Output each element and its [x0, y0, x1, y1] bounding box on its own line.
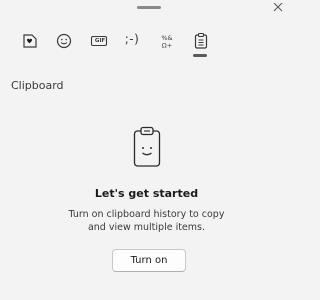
tab-gif[interactable]: GIF: [86, 28, 110, 56]
clipboard-illustration: [133, 126, 161, 172]
turn-on-button[interactable]: Turn on: [112, 249, 186, 272]
tab-emoji[interactable]: [51, 28, 75, 56]
clipboard-icon: [194, 32, 208, 49]
selected-tab-indicator: [193, 54, 207, 57]
section-title: Clipboard: [11, 79, 64, 92]
svg-text:Ω+: Ω+: [162, 42, 172, 50]
close-button[interactable]: [271, 0, 287, 14]
emoji-icon: [56, 33, 72, 49]
tab-clipboard[interactable]: [188, 28, 212, 57]
empty-state-description: Turn on clipboard history to copy and vi…: [68, 209, 225, 233]
tab-symbols[interactable]: %& Ω+: [154, 28, 178, 56]
empty-state-heading: Let's get started: [94, 187, 199, 200]
tab-kaomoji[interactable]: ;-): [119, 28, 143, 56]
tab-stickers[interactable]: [17, 28, 41, 56]
category-tabs: GIF ;-) %& Ω+: [0, 28, 293, 62]
gif-label: GIF: [94, 37, 106, 44]
emoji-clipboard-panel: GIF ;-) %& Ω+ Clipboard Let's get starte…: [0, 0, 293, 300]
close-icon: [273, 2, 283, 12]
symbols-icon: %& Ω+: [161, 34, 172, 50]
heart-sticker-icon: [23, 34, 37, 48]
kaomoji-icon: ;-): [124, 32, 140, 46]
smiling-clipboard-icon: [133, 126, 161, 167]
drag-handle-icon[interactable]: [137, 6, 161, 9]
